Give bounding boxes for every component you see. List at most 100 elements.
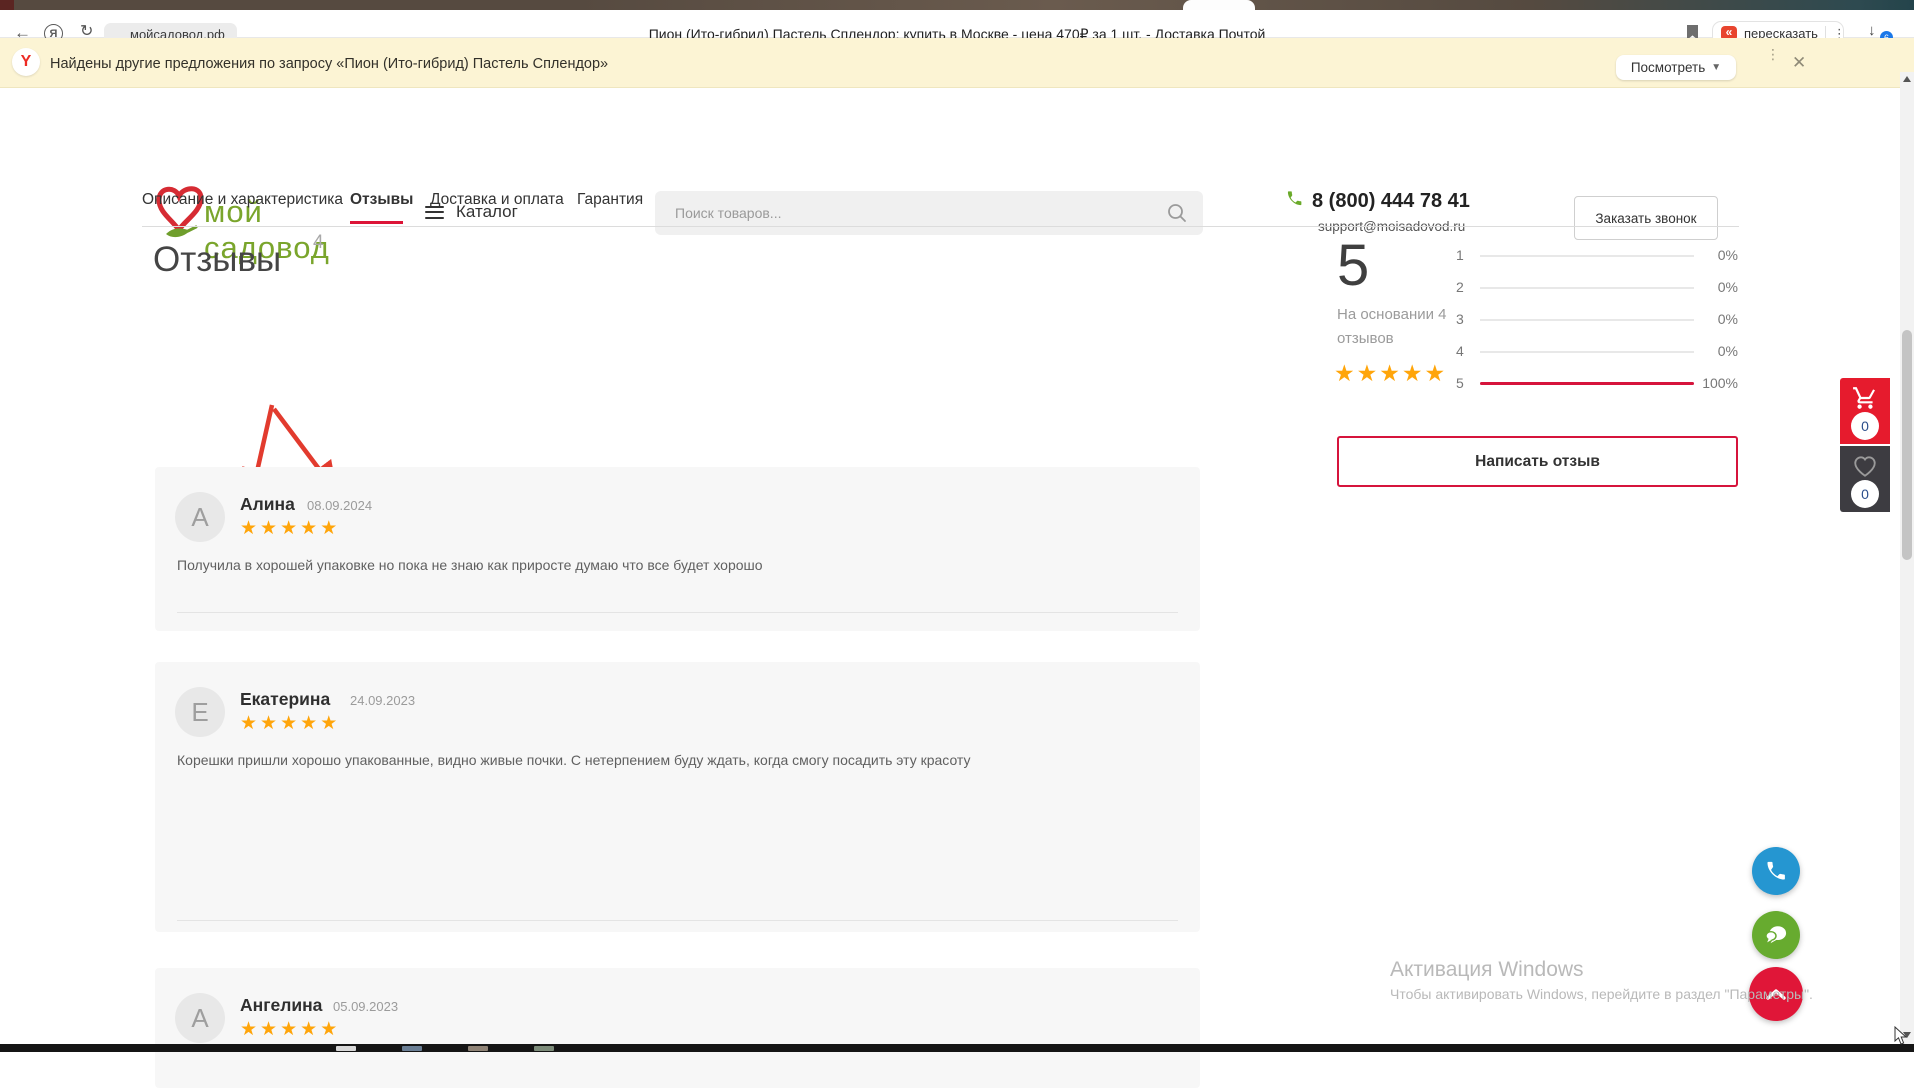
bar-percent: 0% bbox=[1690, 279, 1738, 295]
bar-percent: 0% bbox=[1690, 311, 1738, 327]
star-icon: ★ bbox=[260, 713, 280, 734]
notification-close-icon[interactable]: ✕ bbox=[1792, 53, 1806, 73]
star-icon: ★ bbox=[1379, 360, 1402, 386]
review-text: Корешки пришли хорошо упакованные, видно… bbox=[177, 752, 971, 768]
review-stars: ★★★★★ bbox=[240, 517, 340, 540]
browser-toolbar: ← Я ↻ мойсадовод.рф Пион (Ито-гибрид) Па… bbox=[0, 10, 1914, 38]
retell-menu-icon[interactable]: ⋮ bbox=[1833, 31, 1837, 36]
search-box bbox=[655, 191, 1203, 235]
scroll-up-icon[interactable] bbox=[1903, 76, 1911, 82]
rating-bar bbox=[1480, 319, 1694, 321]
cart-widget[interactable]: 0 bbox=[1840, 378, 1890, 444]
average-rating: 5 bbox=[1337, 232, 1369, 299]
divider bbox=[177, 920, 1178, 921]
rating-bar bbox=[1480, 351, 1694, 353]
star-icon: ★ bbox=[320, 713, 340, 734]
star-icon: ★ bbox=[320, 1019, 340, 1040]
reviewer-name: Ангелина bbox=[240, 995, 322, 1016]
bar-label: 4 bbox=[1456, 343, 1464, 359]
mouse-cursor bbox=[1894, 1026, 1910, 1046]
based-on-text: отзывов bbox=[1337, 330, 1394, 347]
favorites-widget[interactable]: 0 bbox=[1840, 446, 1890, 512]
avatar: А bbox=[175, 492, 225, 542]
star-icon: ★ bbox=[300, 1019, 320, 1040]
star-icon: ★ bbox=[280, 518, 300, 539]
review-photo[interactable] bbox=[181, 794, 263, 890]
star-icon: ★ bbox=[1402, 360, 1425, 386]
phone-number[interactable]: 8 (800) 444 78 41 bbox=[1312, 190, 1470, 213]
star-icon: ★ bbox=[260, 518, 280, 539]
write-review-button[interactable]: Написать отзыв bbox=[1337, 436, 1738, 487]
tabs-divider bbox=[142, 226, 1739, 227]
star-icon: ★ bbox=[1425, 360, 1448, 386]
favorites-count-badge: 0 bbox=[1851, 480, 1879, 508]
chat-fab[interactable] bbox=[1752, 911, 1800, 959]
chevron-down-icon: ▼ bbox=[1711, 62, 1721, 73]
active-tab-underline bbox=[350, 221, 403, 224]
cart-icon bbox=[1852, 385, 1878, 411]
search-input[interactable] bbox=[655, 191, 1203, 235]
review-text: Получила в хорошей упаковке но пока не з… bbox=[177, 557, 763, 573]
phone-icon bbox=[1286, 190, 1303, 207]
notification-text: Найдены другие предложения по запросу «П… bbox=[50, 56, 608, 72]
review-card: А Алина 08.09.2024 ★★★★★ Получила в хоро… bbox=[155, 467, 1200, 631]
review-card: А Ангелина 05.09.2023 ★★★★★ bbox=[155, 968, 1200, 1088]
summary-stars: ★★★★★ bbox=[1334, 360, 1447, 387]
bar-percent: 0% bbox=[1690, 247, 1738, 263]
star-icon: ★ bbox=[240, 1019, 260, 1040]
divider bbox=[177, 612, 1178, 613]
tab-reviews[interactable]: Отзывы bbox=[350, 191, 413, 209]
search-icon[interactable] bbox=[1167, 203, 1187, 223]
windows-activation-watermark: Активация Windows bbox=[1390, 958, 1584, 982]
windows-activation-hint: Чтобы активировать Windows, перейдите в … bbox=[1390, 986, 1813, 1002]
chat-icon bbox=[1764, 924, 1788, 946]
review-date: 05.09.2023 bbox=[333, 999, 398, 1014]
bar-percent: 100% bbox=[1690, 375, 1738, 391]
rating-bar bbox=[1480, 383, 1694, 385]
cart-count-badge: 0 bbox=[1851, 412, 1879, 440]
star-icon: ★ bbox=[280, 713, 300, 734]
star-icon: ★ bbox=[260, 1019, 280, 1040]
rating-bar bbox=[1480, 287, 1694, 289]
taskbar-edge bbox=[0, 1044, 1914, 1052]
avatar: Е bbox=[175, 687, 225, 737]
review-stars: ★★★★★ bbox=[240, 1018, 340, 1041]
contact-block[interactable]: 8 (800) 444 78 41 support@moisadovod.ru bbox=[1286, 190, 1303, 212]
avatar: А bbox=[175, 993, 225, 1043]
rating-bar bbox=[1480, 255, 1694, 257]
site-header: мой садовод Каталог 8 (800) 444 78 41 su… bbox=[0, 88, 1914, 180]
star-icon: ★ bbox=[300, 518, 320, 539]
based-on-text: На основании 4 bbox=[1337, 306, 1447, 323]
review-date: 24.09.2023 bbox=[350, 693, 415, 708]
browser-tab-strip bbox=[0, 0, 1914, 10]
bar-percent: 0% bbox=[1690, 343, 1738, 359]
bar-label: 2 bbox=[1456, 279, 1464, 295]
review-stars: ★★★★★ bbox=[240, 712, 340, 735]
tab-delivery[interactable]: Доставка и оплата bbox=[430, 191, 564, 209]
bar-label: 1 bbox=[1456, 247, 1464, 263]
review-card: Е Екатерина 24.09.2023 ★★★★★ Корешки при… bbox=[155, 662, 1200, 932]
tab-description[interactable]: Описание и характеристика bbox=[142, 191, 343, 209]
yandex-logo-icon: Y bbox=[12, 48, 40, 76]
bar-label: 3 bbox=[1456, 311, 1464, 327]
star-icon: ★ bbox=[1334, 360, 1357, 386]
review-date: 08.09.2024 bbox=[307, 498, 372, 513]
star-icon: ★ bbox=[240, 518, 260, 539]
view-offers-button[interactable]: Посмотреть ▼ bbox=[1616, 55, 1736, 80]
heart-icon bbox=[1852, 454, 1878, 478]
browser-active-tab[interactable] bbox=[1183, 0, 1255, 10]
tab-warranty[interactable]: Гарантия bbox=[577, 191, 643, 209]
reviews-count: 4 bbox=[313, 232, 324, 254]
bar-label: 5 bbox=[1456, 375, 1464, 391]
review-photo-thumbnail[interactable] bbox=[155, 313, 250, 408]
notification-menu-icon[interactable]: ⋮ bbox=[1766, 51, 1770, 57]
phone-icon bbox=[1765, 860, 1787, 882]
order-call-button[interactable]: Заказать звонок bbox=[1574, 196, 1718, 240]
star-icon: ★ bbox=[1357, 360, 1380, 386]
star-icon: ★ bbox=[240, 713, 260, 734]
star-icon: ★ bbox=[320, 518, 340, 539]
reviewer-name: Екатерина bbox=[240, 689, 330, 710]
reviewer-name: Алина bbox=[240, 494, 295, 515]
scrollbar-thumb[interactable] bbox=[1902, 330, 1912, 560]
callback-fab[interactable] bbox=[1752, 847, 1800, 895]
